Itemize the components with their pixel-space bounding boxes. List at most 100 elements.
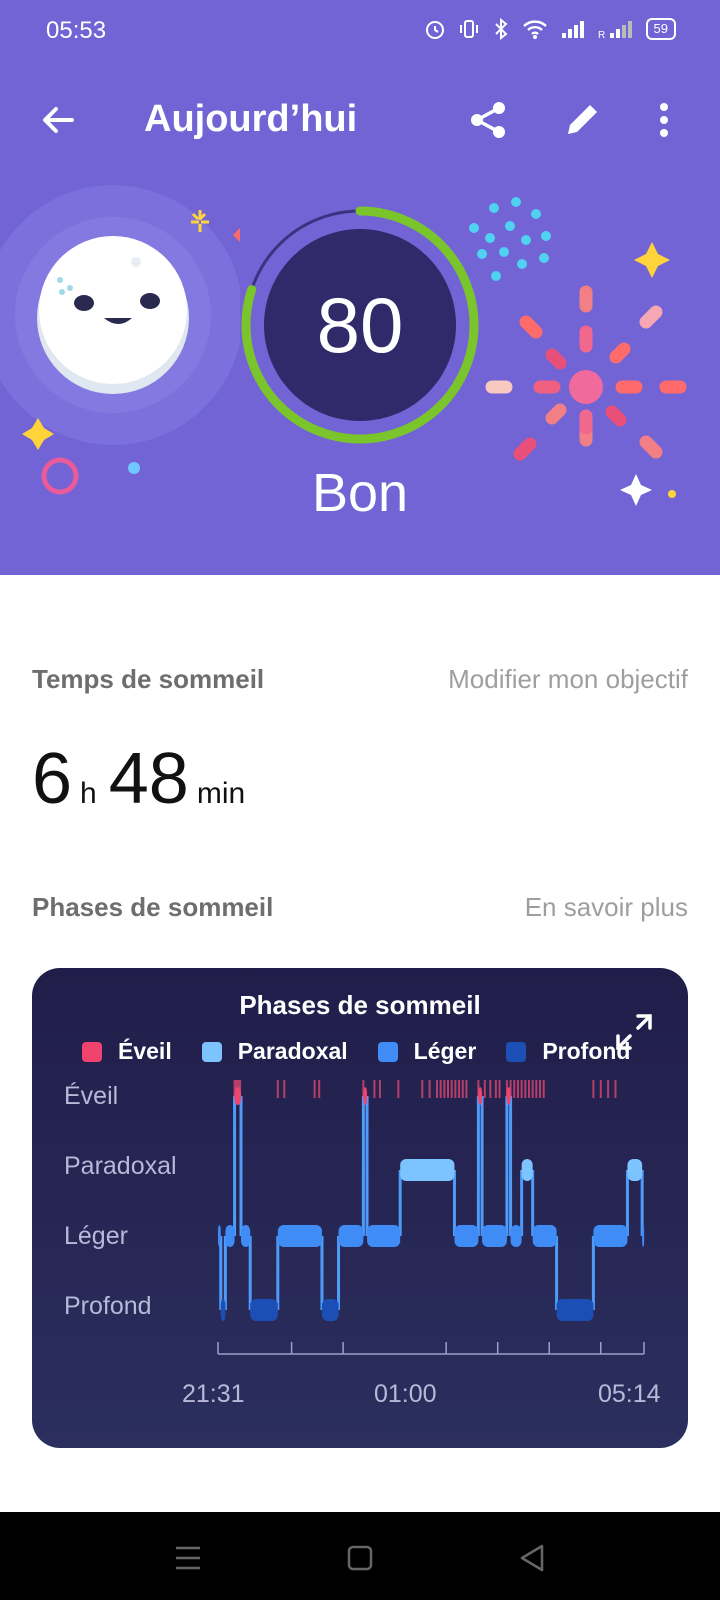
wake-tick — [489, 1080, 492, 1098]
x-tick-label-mid: 01:00 — [374, 1380, 437, 1408]
duration-hours-unit: h — [80, 777, 97, 810]
stage-segment — [454, 1225, 479, 1247]
legend-item-eveil: Éveil — [82, 1038, 172, 1065]
stage-segment — [482, 1225, 507, 1247]
stage-segment — [321, 1299, 339, 1321]
wake-tick — [362, 1080, 365, 1098]
wake-tick — [477, 1080, 480, 1098]
wake-tick — [542, 1080, 545, 1098]
sleep-phases-chart-card[interactable]: Phases de sommeil Éveil Paradoxal Léger … — [32, 968, 688, 1448]
page-title: Aujourd’hui — [144, 98, 358, 140]
wake-tick — [276, 1080, 279, 1098]
wake-tick — [539, 1080, 542, 1098]
app-bar: Aujourd’hui — [0, 82, 720, 158]
legend-swatch — [82, 1041, 102, 1062]
wake-tick — [233, 1080, 236, 1098]
wake-tick — [397, 1080, 400, 1098]
wake-tick — [428, 1080, 431, 1098]
wake-tick — [313, 1080, 316, 1098]
sleep-score: 80 — [235, 200, 485, 450]
battery-indicator: 59 — [645, 18, 676, 40]
stage-segment — [627, 1159, 643, 1181]
wake-tick — [435, 1080, 438, 1098]
wake-tick — [498, 1080, 501, 1098]
legend-swatch — [377, 1041, 398, 1062]
stage-segment — [218, 1225, 221, 1247]
menu-nav-icon[interactable] — [168, 1538, 208, 1578]
legend-label: Éveil — [118, 1038, 172, 1064]
wake-tick — [439, 1080, 442, 1098]
y-axis-label-eveil: Éveil — [64, 1082, 119, 1110]
stage-segment — [556, 1299, 594, 1321]
wake-tick — [454, 1080, 457, 1098]
wake-tick — [520, 1080, 523, 1098]
learn-more-link[interactable]: En savoir plus — [525, 892, 688, 923]
score-header: 05:53 R 59 Aujourd’hui 80 Bon — [0, 0, 720, 575]
wake-tick — [373, 1080, 376, 1098]
edit-goal-link[interactable]: Modifier mon objectif — [448, 664, 688, 695]
more-menu-icon[interactable] — [642, 98, 686, 142]
wake-tick — [535, 1080, 538, 1098]
sleep-time-title: Temps de sommeil — [32, 664, 265, 694]
status-time: 05:53 — [46, 17, 107, 44]
chart-title: Phases de sommeil — [239, 990, 481, 1020]
signal-roaming-icon: R — [598, 21, 632, 40]
wake-tick — [505, 1080, 508, 1098]
stage-segment — [642, 1225, 645, 1247]
signal-icon — [561, 21, 584, 38]
stage-segment — [593, 1225, 628, 1247]
wake-tick — [607, 1080, 610, 1098]
score-value: 80 — [316, 281, 404, 369]
stage-segment — [225, 1225, 235, 1247]
sleep-time-header: Temps de sommeil Modifier mon objectif — [32, 664, 688, 695]
wake-tick — [527, 1080, 530, 1098]
legend-swatch — [506, 1041, 527, 1062]
wake-tick — [458, 1080, 461, 1098]
svg-text:R: R — [598, 30, 605, 40]
x-tick-label-start: 21:31 — [182, 1380, 245, 1408]
wake-tick — [235, 1080, 238, 1098]
status-icons: R 59 — [424, 18, 676, 40]
wake-tick — [318, 1080, 321, 1098]
sleep-duration: 6 h 48 min — [32, 738, 257, 820]
home-nav-icon[interactable] — [340, 1538, 380, 1578]
wake-tick — [531, 1080, 534, 1098]
wifi-icon — [522, 20, 547, 39]
edit-pencil-icon[interactable] — [560, 98, 604, 142]
y-axis-label-leger: Léger — [64, 1222, 128, 1250]
legend-item-paradoxal: Paradoxal — [201, 1038, 348, 1065]
wake-tick — [524, 1080, 527, 1098]
wake-tick — [461, 1080, 464, 1098]
y-axis-label-paradoxal: Paradoxal — [64, 1152, 177, 1180]
wake-tick — [599, 1080, 602, 1098]
wake-tick — [465, 1080, 468, 1098]
stage-segment — [367, 1225, 401, 1247]
wake-tick — [516, 1080, 519, 1098]
duration-minutes: 48 — [108, 739, 189, 819]
alarm-icon — [425, 21, 444, 39]
y-axis-label-profond: Profond — [64, 1292, 152, 1320]
wake-tick — [614, 1080, 617, 1098]
stage-segment — [241, 1225, 251, 1247]
wake-tick — [509, 1080, 512, 1098]
wake-tick — [239, 1080, 242, 1098]
wake-tick — [592, 1080, 595, 1098]
system-navigation-bar — [0, 1512, 720, 1600]
back-arrow-icon[interactable] — [36, 98, 80, 142]
legend-swatch — [201, 1041, 222, 1062]
wake-tick — [378, 1080, 381, 1098]
stage-segment — [250, 1299, 278, 1321]
share-icon[interactable] — [466, 98, 510, 142]
sleep-phases-header: Phases de sommeil En savoir plus — [32, 892, 688, 923]
chart-legend: Éveil Paradoxal Léger Profond — [82, 1038, 630, 1065]
back-nav-icon[interactable] — [512, 1538, 552, 1578]
wake-tick — [494, 1080, 497, 1098]
wake-tick — [483, 1080, 486, 1098]
sleep-phases-title: Phases de sommeil — [32, 892, 274, 922]
wake-tick — [513, 1080, 516, 1098]
legend-label: Profond — [542, 1038, 631, 1064]
stage-segment — [400, 1159, 455, 1181]
moon-mascot-illustration — [0, 185, 240, 495]
legend-item-profond: Profond — [506, 1038, 630, 1065]
wake-tick — [283, 1080, 286, 1098]
